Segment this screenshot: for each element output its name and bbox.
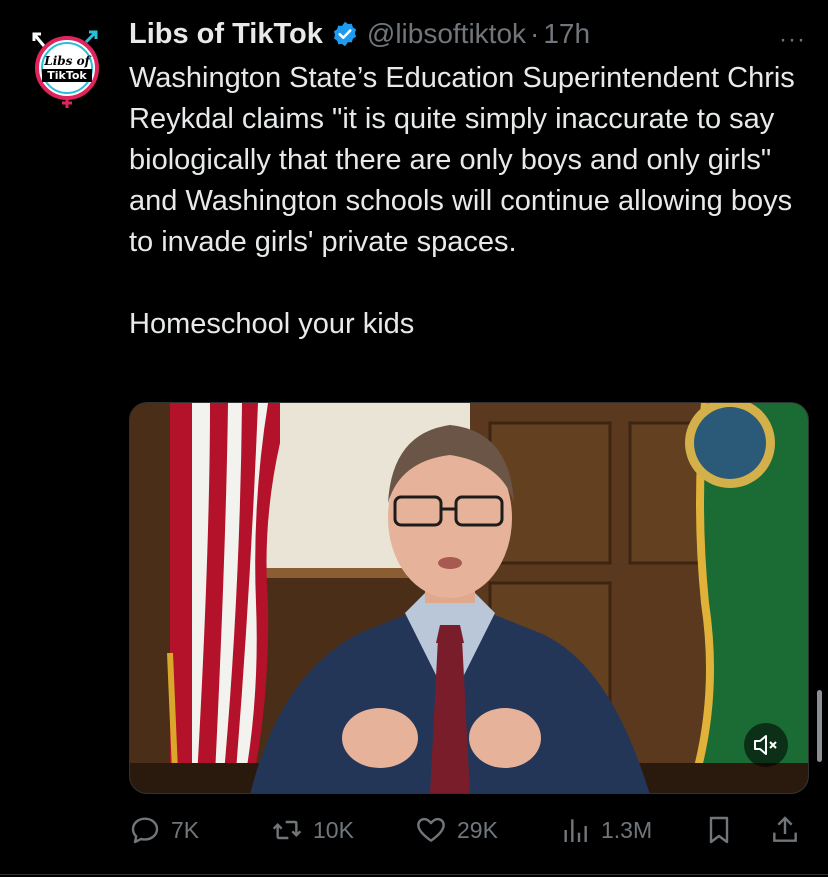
reply-button[interactable]: 7K	[129, 808, 199, 852]
tweet-timestamp[interactable]: 17h	[543, 18, 590, 50]
author-name[interactable]: Libs of TikTok	[129, 18, 323, 51]
avatar[interactable]: Libs of TikTok	[30, 28, 104, 110]
separator-dot: ·	[530, 18, 540, 49]
mute-toggle-button[interactable]	[744, 723, 788, 767]
views-button[interactable]: 1.3M	[559, 808, 652, 852]
video-player[interactable]	[129, 402, 809, 794]
reply-count: 7K	[171, 816, 200, 843]
speaker-muted-icon	[754, 735, 777, 755]
view-count: 1.3M	[601, 816, 653, 843]
video-frame	[130, 403, 808, 793]
share-button[interactable]	[769, 808, 801, 852]
retweet-button[interactable]: 10K	[271, 808, 354, 852]
tweet-paragraph-2: Homeschool your kids	[129, 308, 415, 340]
tweet-paragraph-1: Washington State’s Education Superintend…	[129, 62, 795, 258]
tweet-actions: 7K 10K 29K 1.3M	[129, 808, 809, 852]
retweet-icon	[272, 820, 302, 840]
more-options-icon[interactable]: ···	[779, 26, 806, 54]
avatar-text-2: TikTok	[47, 69, 87, 82]
retweet-count: 10K	[313, 816, 354, 843]
tweet-text: Washington State’s Education Superintend…	[129, 58, 819, 345]
scrollbar-thumb[interactable]	[817, 690, 822, 762]
avatar-text-1: Libs of	[43, 54, 91, 68]
like-count: 29K	[457, 816, 498, 843]
tweet-header: Libs of TikTok @libsoftiktok · 17h	[129, 14, 808, 54]
author-handle[interactable]: @libsoftiktok	[367, 18, 526, 50]
bookmark-icon	[709, 816, 729, 844]
reply-icon	[131, 817, 159, 844]
share-icon	[773, 816, 797, 842]
like-button[interactable]: 29K	[415, 808, 498, 852]
heart-icon	[417, 817, 445, 842]
divider	[0, 874, 828, 875]
bookmark-button[interactable]	[703, 808, 735, 852]
analytics-icon	[564, 819, 587, 842]
verified-badge-icon	[331, 20, 359, 48]
